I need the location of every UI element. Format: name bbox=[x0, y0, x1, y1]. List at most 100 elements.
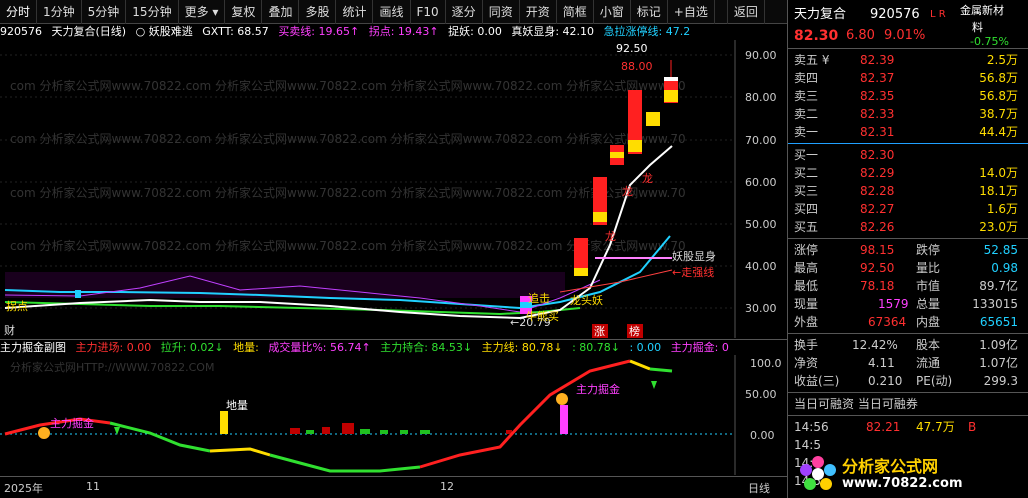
open-fund-button[interactable]: 开资 bbox=[520, 0, 557, 24]
more-dropdown[interactable]: 更多 ▾ bbox=[179, 0, 226, 24]
bid5-vol: 23.0万 bbox=[979, 220, 1018, 234]
bid5-label: 买五 bbox=[794, 220, 819, 234]
dragon-label-3: 龙 bbox=[642, 172, 653, 185]
bid2-label: 买二 bbox=[794, 166, 819, 180]
bid4-vol: 1.6万 bbox=[986, 202, 1018, 216]
signal-cai: 财 bbox=[4, 323, 15, 337]
outer-label: 外盘 bbox=[794, 315, 819, 329]
quote-flag: L R bbox=[930, 9, 946, 20]
dragon-label-2: 龙 bbox=[622, 185, 633, 198]
bid3-label: 买三 bbox=[794, 184, 819, 198]
main-line-value: 主力线: 80.78↓ bbox=[481, 341, 563, 354]
mkt-cap-value: 89.7亿 bbox=[979, 279, 1018, 293]
svg-text:分析家公式网HTTP://WWW.70822.COM: 分析家公式网HTTP://WWW.70822.COM bbox=[10, 360, 214, 374]
tab-5min[interactable]: 5分钟 bbox=[82, 0, 127, 24]
signal-chase: 追击 bbox=[528, 291, 550, 305]
vol-ratio-label: 量比 bbox=[916, 261, 941, 275]
arrow-down-icon bbox=[114, 427, 120, 435]
sector-pct: -0.75% bbox=[970, 35, 1009, 48]
sub-indicator-name[interactable]: 主力掘金副图 bbox=[0, 341, 66, 354]
dragon-label-1: 龙 bbox=[605, 230, 616, 243]
high-label: 最高 bbox=[794, 261, 819, 275]
minute-button[interactable]: 逐分 bbox=[446, 0, 483, 24]
simple-frame-button[interactable]: 简框 bbox=[557, 0, 594, 24]
ask2-price: 82.33 bbox=[860, 107, 895, 121]
limit-up-label: 涨停 bbox=[794, 243, 819, 257]
overlay-button[interactable]: 叠加 bbox=[262, 0, 300, 24]
y-axis-90: 90.00 bbox=[745, 49, 777, 62]
ground-volume-label: 地量 bbox=[226, 399, 248, 412]
main-dig-value: 主力掘金: 0 bbox=[670, 341, 729, 354]
price-change: 6.80 bbox=[846, 28, 875, 43]
signal-bull-bear: 牛熊买 bbox=[526, 309, 559, 323]
date-axis: 2025年 11 12 日线 bbox=[0, 476, 788, 498]
high-price-label: 92.50 bbox=[616, 42, 648, 55]
svg-text:com 分析家公式网www.70822.com 分析家公: com 分析家公式网www.70822.com 分析家公式网www.70822.… bbox=[10, 131, 686, 146]
main-kline-chart[interactable]: com 分析家公式网www.70822.com 分析家公式网www.70822.… bbox=[0, 40, 788, 338]
nav-label: 净资 bbox=[794, 356, 819, 370]
tab-intraday[interactable]: 分时 bbox=[0, 0, 38, 24]
high-value: 92.50 bbox=[860, 261, 895, 275]
draw-button[interactable]: 画线 bbox=[373, 0, 411, 24]
adjust-button[interactable]: 复权 bbox=[225, 0, 263, 24]
tab-1min[interactable]: 1分钟 bbox=[37, 0, 82, 24]
signal-dragon-head: 龙头妖 bbox=[570, 293, 603, 307]
low-value: 78.18 bbox=[860, 279, 895, 293]
eps-value: 0.210 bbox=[868, 374, 903, 388]
limit-up-value: 98.15 bbox=[860, 243, 895, 257]
limit-down-label: 跌停 bbox=[916, 243, 941, 257]
quote-stock-code: 920576 bbox=[870, 7, 920, 22]
stock-chart-app: 分时 1分钟 5分钟 15分钟 更多 ▾ 复权 叠加 多股 统计 画线 F10 … bbox=[0, 0, 1028, 498]
margin-label: 当日可融资 当日可融券 bbox=[794, 397, 918, 411]
pe-label: PE(动) bbox=[916, 374, 953, 388]
jila-value: 急拉涨停线: 47.2 bbox=[603, 25, 691, 38]
tick-row: 14:56 82.21 47.7万 B bbox=[794, 420, 977, 434]
volume-ratio-value: 成交量比%: 56.74↑ bbox=[268, 341, 371, 354]
bid1-price: 82.30 bbox=[860, 148, 895, 162]
main-indicator-bar: 920576 天力复合(日线) ○ 妖股难逃 GXTT: 68.57 买卖线: … bbox=[0, 24, 788, 40]
sub-axis-50: 50.00 bbox=[745, 388, 777, 401]
date-year: 2025年 bbox=[4, 482, 43, 495]
small-window-button[interactable]: 小窗 bbox=[594, 0, 631, 24]
cur-vol-label: 现量 bbox=[794, 297, 819, 311]
bid1-label: 买一 bbox=[794, 148, 819, 162]
tab-15min[interactable]: 15分钟 bbox=[126, 0, 179, 24]
sub-indicator-chart[interactable]: 分析家公式网HTTP://WWW.70822.COM 主力掘金 地量 主力掘金 … bbox=[0, 355, 788, 475]
zou-line-label: ←走强线 bbox=[672, 265, 714, 279]
back-button[interactable]: 返回 bbox=[726, 0, 765, 24]
bid2-vol: 14.0万 bbox=[979, 166, 1018, 180]
cur-vol-value: 1579 bbox=[878, 297, 909, 311]
indicator-name[interactable]: ○ 妖股难逃 bbox=[136, 25, 193, 38]
inner-value: 65651 bbox=[979, 315, 1018, 329]
svg-text:com 分析家公式网www.70822.com 分析家公: com 分析家公式网www.70822.com 分析家公式网www.70822.… bbox=[10, 185, 686, 200]
period-daily[interactable]: 日线 bbox=[748, 480, 770, 496]
main-hold-value: 主力持合: 84.53↓ bbox=[380, 341, 473, 354]
vol-ratio-value: 0.98 bbox=[991, 261, 1018, 275]
current-price: 82.30 bbox=[794, 28, 839, 44]
ask3-price: 82.35 bbox=[860, 89, 895, 103]
ask5-label: 卖五 ¥ bbox=[794, 53, 830, 67]
yao-label: 妖股显身 bbox=[672, 249, 716, 263]
arrow-down-icon bbox=[651, 381, 657, 389]
multi-stock-button[interactable]: 多股 bbox=[299, 0, 337, 24]
bid4-label: 买四 bbox=[794, 202, 819, 216]
dig-label-1: 主力掘金 bbox=[50, 416, 94, 430]
signal-bang: 榜 bbox=[629, 324, 640, 338]
eps-label: 收益(三) bbox=[794, 374, 840, 388]
add-watchlist-button[interactable]: +自选 bbox=[668, 0, 715, 24]
stats-button[interactable]: 统计 bbox=[336, 0, 374, 24]
y-axis-30: 30.00 bbox=[745, 302, 777, 315]
sector-name[interactable]: 金属新材 bbox=[960, 4, 1004, 18]
ask1-vol: 44.4万 bbox=[979, 125, 1018, 139]
sub-value-g: : 80.78↓ bbox=[572, 341, 620, 354]
zhuoyao-value: 捉妖: 0.00 bbox=[448, 25, 502, 38]
mark-button[interactable]: 标记 bbox=[631, 0, 668, 24]
signal-zhang: 涨 bbox=[594, 325, 605, 338]
flower-logo-icon bbox=[800, 456, 836, 490]
guaidian-value: 拐点: 19.43↑ bbox=[368, 25, 439, 38]
f10-button[interactable]: F10 bbox=[411, 0, 446, 24]
same-fund-button[interactable]: 同资 bbox=[483, 0, 520, 24]
share-cap-value: 1.09亿 bbox=[979, 338, 1018, 352]
pe-value: 299.3 bbox=[983, 374, 1018, 388]
share-cap-label: 股本 bbox=[916, 338, 941, 352]
